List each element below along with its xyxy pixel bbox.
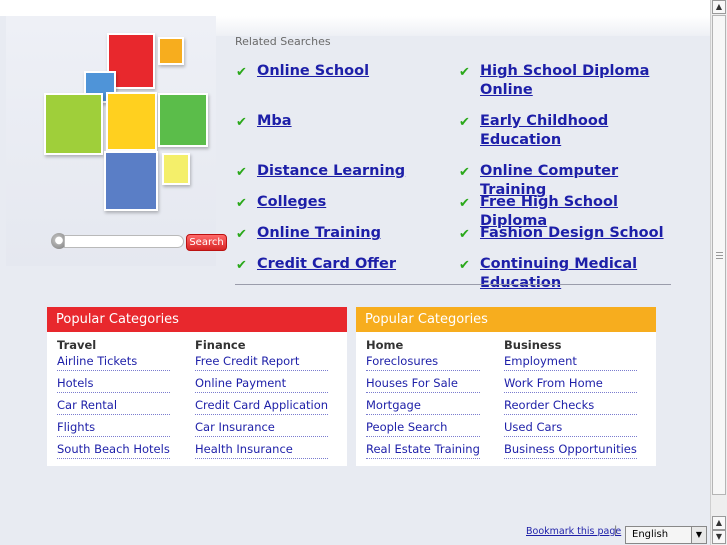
language-value: English: [632, 529, 669, 540]
related-searches-band: [216, 16, 710, 36]
check-icon: ✔: [459, 165, 470, 180]
category-link[interactable]: Credit Card Application: [195, 397, 329, 415]
related-search-link[interactable]: ✔ Online Training: [236, 224, 446, 243]
check-icon: ✔: [236, 165, 247, 180]
category-link[interactable]: Free Credit Report: [195, 353, 329, 371]
category-column-title: Business: [504, 338, 562, 352]
related-search-link[interactable]: ✔ Distance Learning: [236, 162, 446, 181]
category-link[interactable]: People Search: [366, 419, 480, 437]
check-icon: ✔: [459, 258, 470, 273]
category-column-title: Finance: [195, 338, 246, 352]
scroll-down-button[interactable]: ▼: [712, 530, 726, 544]
footer-separator: |: [614, 525, 618, 536]
category-link[interactable]: Car Rental: [57, 397, 170, 415]
scrollbar[interactable]: ▲ ▲ ▼: [710, 0, 727, 545]
related-search-label: Colleges: [257, 194, 327, 210]
category-link[interactable]: Online Payment: [195, 375, 329, 393]
category-column: Home Foreclosures Houses For Sale Mortgage P…: [366, 337, 480, 463]
category-link[interactable]: Real Estate Training: [366, 441, 480, 459]
category-link[interactable]: Houses For Sale: [366, 375, 480, 393]
related-search-label: Continuing Medical Education: [480, 256, 638, 291]
related-search-link[interactable]: ✔ Continuing Medical Education: [459, 255, 669, 293]
scroll-up-button-lower[interactable]: ▲: [712, 516, 726, 530]
logo-panel: [6, 16, 216, 266]
check-icon: ✔: [236, 115, 247, 130]
category-link[interactable]: Employment: [504, 353, 637, 371]
category-column-title: Travel: [57, 338, 97, 352]
check-icon: ✔: [236, 258, 247, 273]
category-link[interactable]: Airline Tickets: [57, 353, 170, 371]
check-icon: ✔: [236, 227, 247, 242]
related-search-link[interactable]: ✔ Colleges: [236, 193, 446, 212]
logo-square-lime: [44, 93, 103, 155]
related-search-label: Credit Card Offer: [257, 256, 397, 272]
scroll-up-button[interactable]: ▲: [712, 0, 726, 14]
category-column: Business Employment Work From Home Reorder …: [504, 337, 637, 463]
category-column: Finance Free Credit Report Online Payment C…: [195, 337, 329, 463]
related-search-link[interactable]: ✔ Online School: [236, 62, 446, 81]
related-search-label: High School Diploma Online: [480, 63, 650, 98]
related-search-label: Online Training: [257, 225, 381, 241]
check-icon: ✔: [459, 65, 470, 80]
related-search-label: Online School: [257, 63, 370, 79]
logo-square-navy: [104, 151, 158, 211]
category-link[interactable]: Health Insurance: [195, 441, 329, 459]
related-search-label: Fashion Design School: [480, 225, 664, 241]
search-button[interactable]: Search: [186, 234, 227, 251]
category-link[interactable]: Car Insurance: [195, 419, 329, 437]
logo-square-orange: [158, 37, 184, 65]
logo-square-lightyellow: [162, 153, 190, 185]
category-link[interactable]: Mortgage: [366, 397, 480, 415]
scrollbar-thumb[interactable]: [712, 15, 726, 495]
related-search-link[interactable]: ✔ Fashion Design School: [459, 224, 669, 243]
category-link[interactable]: Work From Home: [504, 375, 637, 393]
check-icon: ✔: [236, 65, 247, 80]
category-box: Popular Categories Home Foreclosures Houses…: [356, 307, 656, 466]
bookmark-link[interactable]: Bookmark this page: [526, 526, 621, 537]
divider: [235, 284, 671, 285]
grip-icon: [716, 252, 723, 260]
logo-square-green: [158, 93, 208, 147]
search-input[interactable]: [64, 235, 184, 248]
related-search-link[interactable]: ✔ High School Diploma Online: [459, 62, 669, 100]
category-link[interactable]: Reorder Checks: [504, 397, 637, 415]
check-icon: ✔: [459, 227, 470, 242]
related-search-link[interactable]: ✔ Early Childhood Education: [459, 112, 669, 150]
check-icon: ✔: [459, 115, 470, 130]
check-icon: ✔: [459, 196, 470, 211]
chevron-down-icon: ▼: [691, 527, 706, 543]
logo-square-yellow: [106, 92, 157, 151]
category-link[interactable]: Hotels: [57, 375, 170, 393]
category-column-title: Home: [366, 338, 404, 352]
category-link[interactable]: Used Cars: [504, 419, 637, 437]
category-box: Popular Categories Travel Airline Tickets H…: [47, 307, 347, 466]
category-header: Popular Categories: [356, 307, 656, 332]
related-searches-title: Related Searches: [235, 35, 331, 48]
language-select[interactable]: English ▼: [625, 526, 707, 544]
category-column: Travel Airline Tickets Hotels Car Rental Fli…: [57, 337, 170, 463]
related-search-label: Mba: [257, 113, 292, 129]
check-icon: ✔: [236, 196, 247, 211]
related-search-label: Early Childhood Education: [480, 113, 609, 148]
category-link[interactable]: Business Opportunities: [504, 441, 637, 459]
category-link[interactable]: Flights: [57, 419, 170, 437]
top-bar: [0, 0, 710, 16]
category-header: Popular Categories: [47, 307, 347, 332]
related-search-link[interactable]: ✔ Credit Card Offer: [236, 255, 446, 274]
page: ● Search Related Searches ✔ Online School…: [0, 0, 710, 545]
related-search-link[interactable]: ✔ Mba: [236, 112, 446, 131]
related-search-label: Distance Learning: [257, 163, 406, 179]
category-link[interactable]: Foreclosures: [366, 353, 480, 371]
category-link[interactable]: South Beach Hotels: [57, 441, 170, 459]
